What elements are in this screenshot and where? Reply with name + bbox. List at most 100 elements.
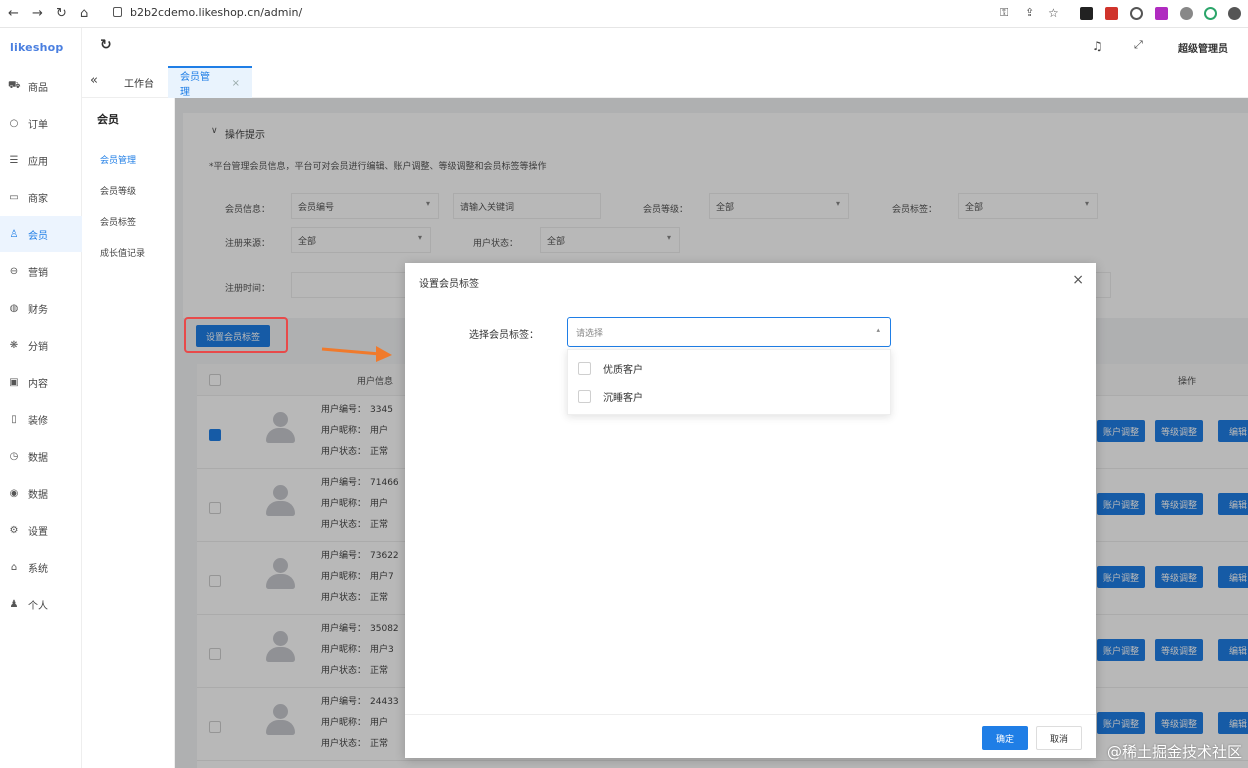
sidebar-item[interactable]: ⚙ 设置 <box>0 512 82 548</box>
sidebar: likeshop ⛟ 商品 ○ 订单 ☰ 应用 ▭ 商家 ♙ 会员 ⊖ 营销 ◍ 财务 ❋ 分销 ▣ 内容 ▯ 装修 ◷… <box>0 28 82 768</box>
select-placeholder: 请选择 <box>576 329 604 339</box>
marketing-icon: ⊖ <box>9 265 19 277</box>
close-icon[interactable]: × <box>232 78 240 89</box>
share-icon[interactable]: ⇪ <box>1025 6 1034 19</box>
forward-icon[interactable]: → <box>32 6 43 21</box>
sidebar-item-label: 商家 <box>28 193 48 205</box>
extension-icon[interactable] <box>1105 7 1118 20</box>
dropdown-option[interactable]: 优质客户 <box>578 361 643 376</box>
top-header: ↻ ♫ ⤢ 超级管理员 <box>82 28 1248 66</box>
dialog-footer: 确定 取消 <box>405 714 1096 758</box>
sidebar-item[interactable]: ☰ 应用 <box>0 142 82 178</box>
admin-username[interactable]: 超级管理员 <box>1178 40 1228 55</box>
back-icon[interactable]: ← <box>8 6 19 21</box>
tab-bar: « 工作台 会员管理 × <box>82 66 1248 98</box>
key-icon[interactable]: ⚿ <box>1000 6 1008 20</box>
subnav-item-growth-record[interactable]: 成长值记录 <box>100 246 145 259</box>
subnav-item-member-level[interactable]: 会员等级 <box>100 184 136 197</box>
order-icon: ○ <box>9 117 19 129</box>
sidebar-item-label: 应用 <box>28 156 48 168</box>
finance-icon: ◍ <box>9 302 19 314</box>
tag-dropdown: 优质客户 沉睡客户 <box>567 349 891 415</box>
stats-icon: ◉ <box>9 487 19 499</box>
watermark: @稀土掘金技术社区 <box>1106 743 1242 761</box>
sidebar-item[interactable]: ❋ 分销 <box>0 327 82 363</box>
sidebar-item-label: 分销 <box>28 341 48 353</box>
tag-multiselect[interactable]: 请选择 ▴ <box>567 317 891 347</box>
sidebar-item[interactable]: ○ 订单 <box>0 105 82 141</box>
highlight-box <box>184 317 288 353</box>
home-icon[interactable]: ⌂ <box>80 6 88 21</box>
sidebar-item-label: 数据 <box>28 452 48 464</box>
distribution-icon: ❋ <box>9 339 19 351</box>
reload-icon[interactable]: ↻ <box>56 6 67 21</box>
close-icon[interactable]: × <box>1072 272 1084 288</box>
annotation-arrow <box>321 346 392 362</box>
shop-icon: ▭ <box>9 191 19 203</box>
sidebar-item[interactable]: ♙ 会员 <box>0 216 82 252</box>
sidebar-item[interactable]: ▣ 内容 <box>0 364 82 400</box>
sidebar-item-label: 营销 <box>28 267 48 279</box>
tab-label: 会员管理 <box>180 72 210 98</box>
tab-label: 工作台 <box>124 78 154 90</box>
star-icon[interactable]: ☆ <box>1048 6 1059 20</box>
sidebar-item[interactable]: ◉ 数据 <box>0 475 82 511</box>
sidebar-item-label: 装修 <box>28 415 48 427</box>
extension-icon[interactable] <box>1080 7 1093 20</box>
option-label: 沉睡客户 <box>603 393 643 404</box>
sidebar-item[interactable]: ▯ 装修 <box>0 401 82 437</box>
logo: likeshop <box>10 41 64 54</box>
sidebar-item[interactable]: ⌂ 系统 <box>0 549 82 585</box>
fullscreen-icon[interactable]: ⤢ <box>1134 38 1143 52</box>
tab-member-manage[interactable]: 会员管理 × <box>168 66 252 98</box>
app-icon: ☰ <box>9 154 19 166</box>
content-icon: ▣ <box>9 376 19 388</box>
browser-toolbar: ← → ↻ ⌂ b2b2cdemo.likeshop.cn/admin/ ⚿ ⇪… <box>0 0 1248 28</box>
settings-icon: ⚙ <box>9 524 19 536</box>
sidebar-item-label: 内容 <box>28 378 48 390</box>
subnav-title: 会员 <box>97 113 119 126</box>
set-tag-dialog: 设置会员标签 × 选择会员标签： 请选择 ▴ 优质客户 沉睡客户 确定 取消 <box>405 263 1096 758</box>
option-label: 优质客户 <box>603 365 643 376</box>
bell-icon[interactable]: ♫ <box>1092 39 1103 53</box>
collapse-icon[interactable]: « <box>90 73 98 88</box>
extension-icon[interactable] <box>1180 7 1193 20</box>
confirm-button[interactable]: 确定 <box>982 726 1028 750</box>
dialog-title: 设置会员标签 <box>419 279 479 290</box>
chevron-up-icon: ▴ <box>876 326 880 334</box>
sidebar-item-label: 设置 <box>28 526 48 538</box>
data-icon: ◷ <box>9 450 19 462</box>
tag-field-label: 选择会员标签： <box>469 330 539 341</box>
extension-icon[interactable] <box>1204 7 1217 20</box>
cancel-button[interactable]: 取消 <box>1036 726 1082 750</box>
option-checkbox[interactable] <box>578 362 591 375</box>
sidebar-item-label: 个人 <box>28 600 48 612</box>
sidebar-item-label: 商品 <box>28 82 48 94</box>
lock-icon <box>113 7 122 17</box>
sidebar-item[interactable]: ◷ 数据 <box>0 438 82 474</box>
sidebar-item[interactable]: ⊖ 营销 <box>0 253 82 289</box>
sidebar-item[interactable]: ⛟ 商品 <box>0 68 82 104</box>
sidebar-item-label: 会员 <box>28 230 48 242</box>
sidebar-item[interactable]: ▭ 商家 <box>0 179 82 215</box>
extension-icon[interactable] <box>1130 7 1143 20</box>
cart-icon: ⛟ <box>8 79 21 91</box>
extension-icon[interactable] <box>1155 7 1168 20</box>
sidebar-item-label: 订单 <box>28 119 48 131</box>
person-icon: ♟ <box>9 598 19 610</box>
sidebar-item-label: 数据 <box>28 489 48 501</box>
subnav-item-member-tag[interactable]: 会员标签 <box>100 215 136 228</box>
sidebar-item-label: 财务 <box>28 304 48 316</box>
option-checkbox[interactable] <box>578 390 591 403</box>
address-bar[interactable]: b2b2cdemo.likeshop.cn/admin/ <box>130 6 302 19</box>
system-icon: ⌂ <box>10 561 18 573</box>
user-icon: ♙ <box>9 228 19 240</box>
sidebar-item[interactable]: ♟ 个人 <box>0 586 82 622</box>
tab-workbench[interactable]: 工作台 <box>112 66 166 98</box>
dropdown-option[interactable]: 沉睡客户 <box>578 389 643 404</box>
sub-navigation: 会员 会员管理 会员等级 会员标签 成长值记录 <box>82 98 175 768</box>
sidebar-item[interactable]: ◍ 财务 <box>0 290 82 326</box>
refresh-icon[interactable]: ↻ <box>100 37 112 53</box>
extension-icon[interactable] <box>1228 7 1241 20</box>
subnav-item-member-manage[interactable]: 会员管理 <box>100 153 136 166</box>
